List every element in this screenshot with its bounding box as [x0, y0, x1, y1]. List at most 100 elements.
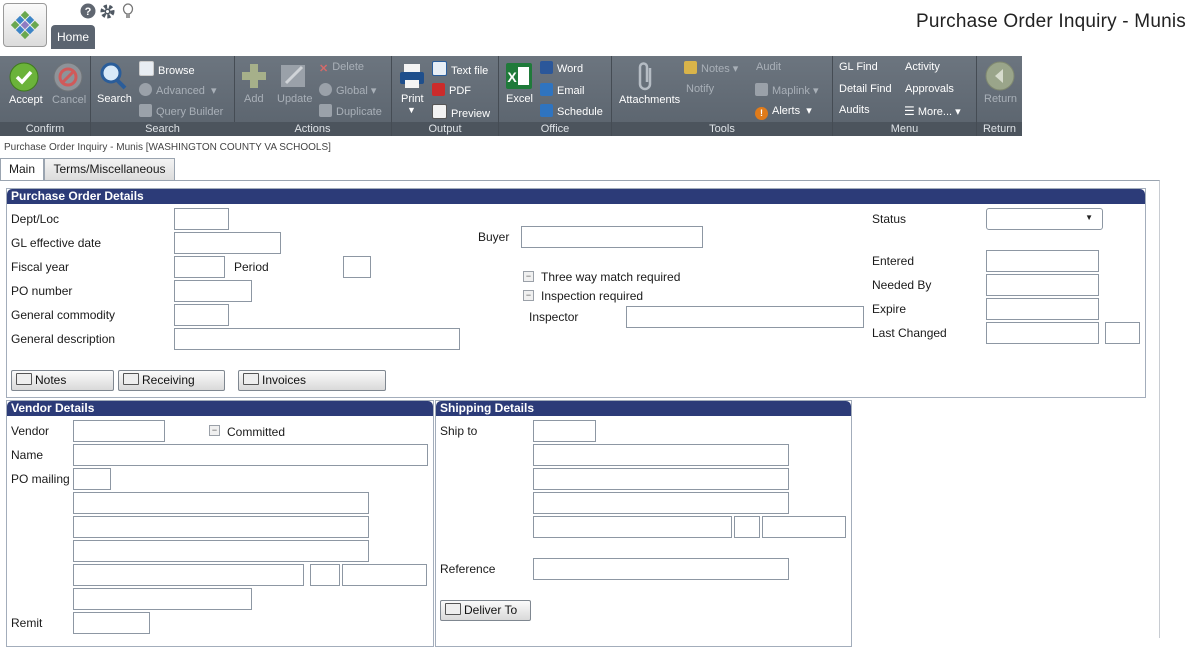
po-mailing-code-field[interactable] — [73, 468, 111, 490]
return-button[interactable] — [985, 61, 1015, 94]
po-mailing-address-line-1[interactable] — [73, 492, 369, 514]
query-builder-icon — [139, 104, 152, 117]
po-mailing-city-field[interactable] — [73, 564, 304, 586]
add-button[interactable] — [239, 61, 269, 94]
accept-button[interactable] — [9, 62, 41, 95]
tab-main[interactable]: Main — [0, 158, 44, 181]
excel-button[interactable]: X — [504, 61, 534, 94]
notes-button[interactable]: Notes — [11, 370, 114, 391]
expire-label: Expire — [872, 302, 907, 316]
update-icon — [281, 65, 305, 87]
lightbulb-icon[interactable] — [120, 3, 136, 19]
logo-icon — [10, 10, 40, 40]
maplink-button[interactable]: Maplink ▾ — [755, 83, 818, 97]
pdf-button[interactable]: PDF — [432, 83, 471, 97]
global-button[interactable]: Global ▾ — [319, 83, 376, 97]
attachments-button[interactable] — [632, 60, 662, 95]
gl-find-button[interactable]: GL Find — [839, 61, 878, 73]
advanced-icon — [139, 83, 152, 96]
duplicate-button[interactable]: Duplicate — [319, 104, 382, 118]
inspection-required-label: Inspection required — [541, 289, 644, 303]
audit-button[interactable]: Audit — [756, 61, 781, 73]
period-field[interactable] — [343, 256, 371, 278]
dept-loc-field[interactable] — [174, 208, 229, 230]
pdf-icon — [432, 83, 445, 96]
entered-field[interactable] — [986, 250, 1099, 272]
ship-to-line-1[interactable] — [533, 444, 789, 466]
vendor-name-field[interactable] — [73, 444, 428, 466]
gl-effective-date-field[interactable] — [174, 232, 281, 254]
needed-by-field[interactable] — [986, 274, 1099, 296]
detail-find-button[interactable]: Detail Find — [839, 83, 892, 95]
munis-logo[interactable] — [3, 3, 47, 47]
ship-to-code-field[interactable] — [533, 420, 596, 442]
ship-to-line-2[interactable] — [533, 468, 789, 490]
text-file-button[interactable]: Text file — [432, 61, 488, 77]
gear-icon[interactable] — [99, 3, 115, 19]
magnifier-icon — [100, 62, 127, 90]
paperclip-icon — [638, 62, 652, 91]
period-label: Period — [234, 260, 269, 274]
checkmark-icon — [9, 62, 39, 92]
print-button[interactable] — [397, 61, 427, 94]
receiving-button[interactable]: Receiving — [118, 370, 225, 391]
schedule-button[interactable]: Schedule — [540, 104, 603, 118]
po-mailing-state-field[interactable] — [310, 564, 340, 586]
remit-label: Remit — [11, 616, 43, 630]
ship-to-zip-field[interactable] — [762, 516, 846, 538]
inspection-required-checkbox[interactable]: − — [523, 290, 534, 301]
advanced-button[interactable]: Advanced ▾ — [139, 83, 217, 97]
browse-button[interactable]: Browse — [139, 61, 195, 77]
inspector-field[interactable] — [626, 306, 864, 328]
menu-lines-icon: ☰ — [904, 104, 915, 118]
group-office: X Excel Word Email Schedule Office — [499, 56, 612, 136]
preview-button[interactable]: Preview — [432, 104, 490, 120]
deliver-to-button[interactable]: Deliver To — [440, 600, 531, 621]
activity-button[interactable]: Activity — [905, 61, 940, 73]
vendor-field[interactable] — [73, 420, 165, 442]
word-button[interactable]: Word — [540, 61, 583, 75]
print-dropdown-icon[interactable]: ▼ — [407, 105, 416, 115]
last-changed-time-field[interactable] — [1105, 322, 1140, 344]
po-mailing-extra-field[interactable] — [73, 588, 252, 610]
group-menu: GL Find Detail Find Audits Activity Appr… — [833, 56, 977, 136]
invoices-button[interactable]: Invoices — [238, 370, 386, 391]
po-number-field[interactable] — [174, 280, 252, 302]
fiscal-year-field[interactable] — [174, 256, 225, 278]
reference-field[interactable] — [533, 558, 789, 580]
audits-button[interactable]: Audits — [839, 104, 870, 116]
general-description-field[interactable] — [174, 328, 460, 350]
notes-icon — [684, 61, 697, 74]
general-commodity-field[interactable] — [174, 304, 229, 326]
cancel-button[interactable] — [53, 62, 85, 95]
notes-button[interactable]: Notes ▾ — [684, 61, 738, 75]
delete-button[interactable]: ✕ Delete — [319, 61, 364, 75]
home-tab[interactable]: Home — [51, 25, 95, 49]
general-description-label: General description — [11, 332, 116, 346]
ship-to-line-3[interactable] — [533, 492, 789, 514]
email-button[interactable]: Email — [540, 83, 585, 97]
three-way-match-checkbox[interactable]: − — [523, 271, 534, 282]
search-button[interactable] — [98, 61, 128, 94]
help-icon[interactable]: ? — [80, 3, 96, 19]
tab-terms-miscellaneous[interactable]: Terms/Miscellaneous — [44, 158, 175, 180]
alerts-button[interactable]: ! Alerts ▾ — [755, 104, 812, 120]
last-changed-date-field[interactable] — [986, 322, 1099, 344]
po-mailing-zip-field[interactable] — [342, 564, 427, 586]
expire-field[interactable] — [986, 298, 1099, 320]
more-button[interactable]: ☰ More... ▾ — [904, 104, 961, 118]
query-builder-button[interactable]: Query Builder — [139, 104, 223, 118]
group-caption: Search — [91, 122, 234, 136]
status-select[interactable]: ▼ — [986, 208, 1103, 230]
update-button[interactable] — [278, 61, 308, 94]
committed-checkbox[interactable]: − — [209, 425, 220, 436]
remit-field[interactable] — [73, 612, 150, 634]
ship-to-state-field[interactable] — [734, 516, 760, 538]
po-mailing-address-line-2[interactable] — [73, 516, 369, 538]
po-mailing-address-line-3[interactable] — [73, 540, 369, 562]
ship-to-city-field[interactable] — [533, 516, 732, 538]
notify-button[interactable]: Notify — [686, 83, 714, 95]
buyer-field[interactable] — [521, 226, 703, 248]
approvals-button[interactable]: Approvals — [905, 83, 954, 95]
folder-icon — [123, 373, 139, 385]
